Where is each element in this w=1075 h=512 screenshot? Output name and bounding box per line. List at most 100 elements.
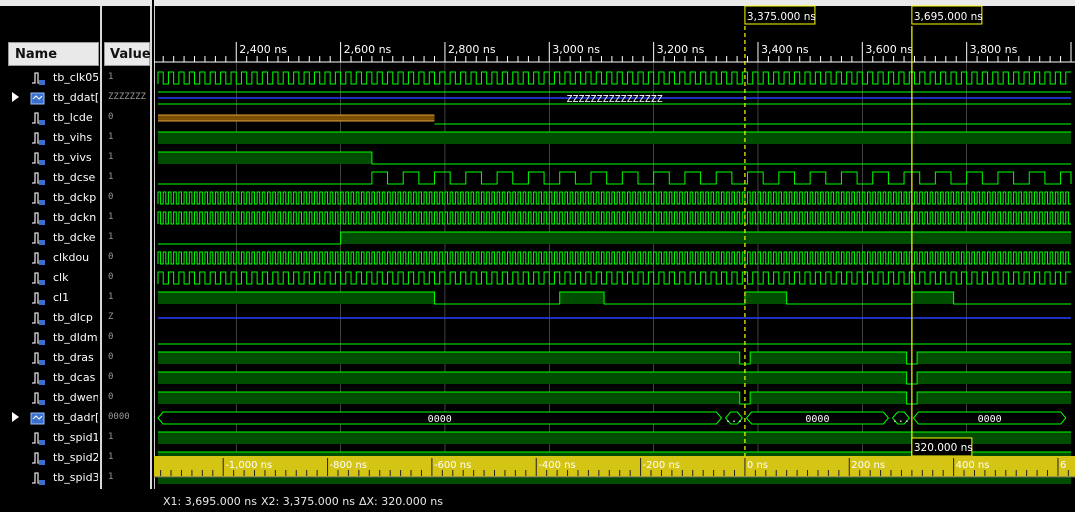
signal-row[interactable]: tb_dldm 0 <box>0 328 152 348</box>
signal-icon <box>30 170 46 186</box>
signal-row[interactable]: tb_dlcp Z <box>0 308 152 328</box>
signal-name: tb_dcas <box>53 371 96 384</box>
delta-tick-label: 200 ns <box>851 460 885 471</box>
signal-icon <box>30 330 46 346</box>
signal-value: 0 <box>108 192 114 202</box>
signal-value: 0 <box>108 392 114 402</box>
signal-value: 1 <box>108 152 114 162</box>
delta-tick-label: -800 ns <box>330 460 367 471</box>
signal-icon <box>30 310 46 326</box>
delta-readout: ΔX: 320.000 ns <box>359 495 443 508</box>
signal-value: 1 <box>108 292 114 302</box>
waveform-canvas[interactable]: 2,400 ns 2,600 ns 2,800 ns 3,000 ns 3,200 ns… <box>154 0 1075 489</box>
signal-row[interactable]: cl1 1 <box>0 288 152 308</box>
x1-readout: X1: 3,695.000 ns <box>163 495 257 508</box>
signal-row[interactable]: tb_lcde 0 <box>0 108 152 128</box>
signal-icon <box>30 270 46 286</box>
signal-name: tb_vihs <box>53 131 93 144</box>
signal-row[interactable]: clkdou 0 <box>0 248 152 268</box>
signal-value: 1 <box>108 452 114 462</box>
high-level-fill <box>340 232 1072 244</box>
high-level-fill <box>158 152 372 164</box>
delta-ruler-bar <box>154 456 1075 477</box>
signal-row[interactable]: clk 0 <box>0 268 152 288</box>
signal-row[interactable]: tb_dckp 0 <box>0 188 152 208</box>
bus-value-label: ZZZZZZZZZZZZZZZZ <box>566 94 662 105</box>
signal-name: tb_dcse <box>53 171 96 184</box>
signal-row[interactable]: tb_dras 0 <box>0 348 152 368</box>
signal-row[interactable]: tb_ddat[ZZZZZZZ <box>0 88 152 108</box>
signal-name: tb_clk050 <box>53 71 98 84</box>
signal-value: 0 <box>108 252 114 262</box>
high-level-fill <box>158 292 435 304</box>
name-column-header[interactable]: Name <box>8 42 99 66</box>
signal-row[interactable]: tb_dcke 1 <box>0 228 152 248</box>
delta-label: 320.000 ns <box>914 442 973 454</box>
signal-name: tb_dldm <box>53 331 98 344</box>
signal-row[interactable]: tb_dwen 0 <box>0 388 152 408</box>
signal-value: 1 <box>108 432 114 442</box>
signal-value: 1 <box>108 172 114 182</box>
signal-icon <box>30 370 46 386</box>
signal-icon <box>30 390 46 406</box>
signal-value: 1 <box>108 212 114 222</box>
signal-row[interactable]: tb_dadr[0000 <box>0 408 152 428</box>
signal-icon <box>30 150 46 166</box>
signal-row[interactable]: tb_dcse 1 <box>0 168 152 188</box>
signal-icon <box>30 210 46 226</box>
high-level-fill <box>559 292 605 304</box>
signal-value: 0 <box>108 112 114 122</box>
high-level-fill <box>917 352 1071 364</box>
signal-value: ZZZZZZZ <box>108 92 146 102</box>
signal-value: Z <box>108 312 114 322</box>
signal-row[interactable]: tb_clk050 1 <box>0 68 152 88</box>
status-bar: X1: 3,695.000 ns X2: 3,375.000 ns ΔX: 32… <box>0 489 1075 512</box>
high-level-fill <box>744 292 787 304</box>
signal-icon <box>30 110 46 126</box>
expand-triangle-icon[interactable] <box>12 412 19 422</box>
signal-icon <box>30 350 46 366</box>
ruler-tick-label: 2,400 ns <box>239 43 287 56</box>
signal-value: 0 <box>108 372 114 382</box>
expand-triangle-icon[interactable] <box>12 92 19 102</box>
signal-row[interactable]: tb_dckn 1 <box>0 208 152 228</box>
delta-tick-label: -1,000 ns <box>225 460 272 471</box>
high-level-fill <box>911 292 954 304</box>
signal-value: 1 <box>108 72 114 82</box>
high-level-fill <box>158 132 1071 144</box>
signal-name: tb_lcde <box>53 111 93 124</box>
signal-value: 0 <box>108 332 114 342</box>
waveform-top-strip <box>154 0 1075 6</box>
signal-icon <box>30 70 46 86</box>
signal-row[interactable]: tb_spid3 1 <box>0 468 152 488</box>
signal-row[interactable]: tb_vihs 1 <box>0 128 152 148</box>
signal-name: tb_vivs <box>53 151 92 164</box>
ruler-tick-label: 3,400 ns <box>761 43 809 56</box>
signal-name: tb_dadr[ <box>53 411 98 424</box>
signal-icon <box>30 290 46 306</box>
signal-icon <box>30 230 46 246</box>
signal-name: tb_dcke <box>53 231 96 244</box>
signal-name: cl1 <box>53 291 70 304</box>
signal-icon <box>30 430 46 446</box>
x2-readout: X2: 3,375.000 ns <box>261 495 355 508</box>
bus-value-label: 0000 <box>805 414 829 425</box>
signal-row[interactable]: tb_vivs 1 <box>0 148 152 168</box>
high-level-fill <box>917 372 1071 384</box>
high-level-fill <box>158 392 740 404</box>
signal-name: tb_dras <box>53 351 94 364</box>
signal-row[interactable]: tb_spid1 1 <box>0 428 152 448</box>
ruler-tick-label: 3,800 ns <box>970 43 1018 56</box>
signal-name: clkdou <box>53 251 90 264</box>
signal-icon <box>30 130 46 146</box>
high-level-fill <box>917 392 1071 404</box>
ruler-tick-label: 3,200 ns <box>657 43 705 56</box>
signal-row[interactable]: tb_spid2 1 <box>0 448 152 468</box>
high-level-fill <box>750 392 907 404</box>
signal-name: tb_spid3 <box>53 471 98 484</box>
ruler-tick-label: 3,000 ns <box>552 43 600 56</box>
high-level-fill <box>158 372 907 384</box>
signal-row[interactable]: tb_dcas 0 <box>0 368 152 388</box>
value-column-header[interactable]: Value <box>104 42 151 66</box>
cursor-time-label: 3,695.000 ns <box>914 11 983 23</box>
